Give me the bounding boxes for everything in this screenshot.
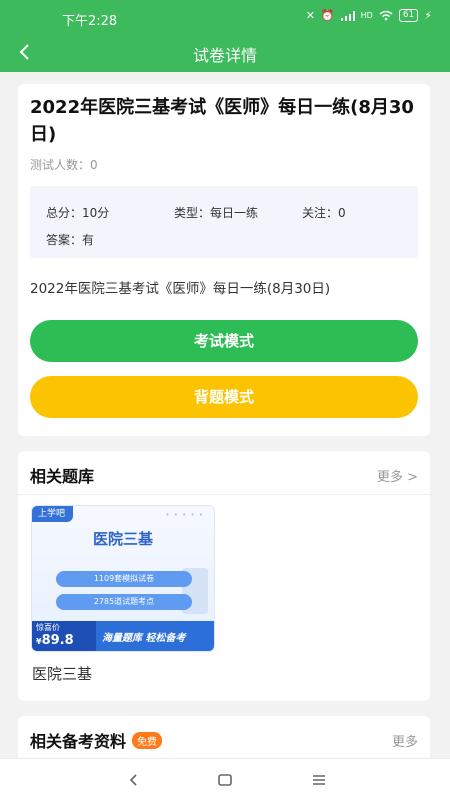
exam-info-box: 总分：10分 类型：每日一练 关注：0 答案：有 bbox=[30, 186, 418, 258]
total-score: 总分：10分 bbox=[46, 206, 110, 220]
exam-type: 类型：每日一练 bbox=[174, 206, 259, 220]
status-time: 下午2:28 bbox=[62, 14, 118, 29]
follow-count: 关注：0 bbox=[302, 206, 346, 220]
related-materials-heading: 相关备考资料 免费 bbox=[30, 728, 163, 752]
price-tag: 惊喜价 ¥89.8 bbox=[32, 621, 96, 651]
related-materials-title: 相关备考资料 bbox=[30, 732, 127, 751]
charging-icon: ⚡ bbox=[424, 9, 432, 22]
alarm-icon: ⏰ bbox=[320, 9, 335, 22]
exam-description: 2022年医院三基考试《医师》每日一练(8月30日) bbox=[30, 281, 331, 297]
status-bar: 下午2:28 ✕ ⏰ HD 61 ⚡ bbox=[0, 0, 450, 34]
related-bank-title: 相关题库 bbox=[30, 467, 95, 486]
exam-mode-button[interactable]: 考试模式 bbox=[30, 320, 418, 362]
system-nav-bar bbox=[0, 758, 450, 800]
hd-signal-label: HD bbox=[360, 11, 373, 20]
related-materials-more-link[interactable]: 更多 bbox=[392, 731, 418, 750]
brand-logo: 上学吧 bbox=[32, 506, 74, 522]
review-mode-button[interactable]: 背题模式 bbox=[30, 376, 418, 418]
nav-bar: 试卷详情 bbox=[0, 34, 450, 72]
bank-cover-image[interactable]: 上学吧 • • • • • 医院三基 1109套模拟试卷 2785道试题考点 惊… bbox=[31, 505, 215, 652]
related-bank-more-link[interactable]: 更多 > bbox=[377, 466, 418, 485]
cover-pill-questions: 2785道试题考点 bbox=[56, 594, 192, 610]
exam-card: 2022年医院三基考试《医师》每日一练(8月30日) 测试人数：0 总分：10分… bbox=[18, 84, 430, 436]
decorative-dots: • • • • • bbox=[165, 511, 204, 519]
page-title: 试卷详情 bbox=[192, 46, 257, 65]
testers-count: 测试人数：0 bbox=[30, 158, 98, 172]
answer-status: 答案：有 bbox=[46, 233, 95, 247]
nav-back-icon[interactable] bbox=[122, 768, 146, 792]
cover-slogan: 海量题库 轻松备考 bbox=[102, 633, 186, 644]
exam-title: 2022年医院三基考试《医师》每日一练(8月30日) bbox=[30, 97, 414, 145]
free-badge: 免费 bbox=[132, 732, 163, 749]
wifi-icon bbox=[379, 10, 393, 21]
bank-name[interactable]: 医院三基 bbox=[32, 663, 92, 684]
nav-home-icon[interactable] bbox=[213, 768, 237, 792]
silent-icon: ✕ bbox=[305, 9, 315, 22]
related-bank-card: 相关题库 更多 > 上学吧 • • • • • 医院三基 1109套模拟试卷 2… bbox=[18, 451, 430, 701]
battery-icon: 61 bbox=[398, 9, 419, 22]
cover-title: 医院三基 bbox=[92, 530, 153, 548]
status-icons: ✕ ⏰ HD 61 ⚡ bbox=[306, 9, 432, 22]
nav-menu-icon[interactable] bbox=[307, 768, 331, 792]
price-amount: 89.8 bbox=[41, 633, 74, 648]
divider bbox=[18, 494, 430, 495]
signal-icon bbox=[340, 10, 355, 21]
price-value: ¥89.8 bbox=[36, 633, 96, 649]
price-label: 惊喜价 bbox=[36, 623, 60, 632]
cover-pill-papers: 1109套模拟试卷 bbox=[56, 571, 192, 587]
